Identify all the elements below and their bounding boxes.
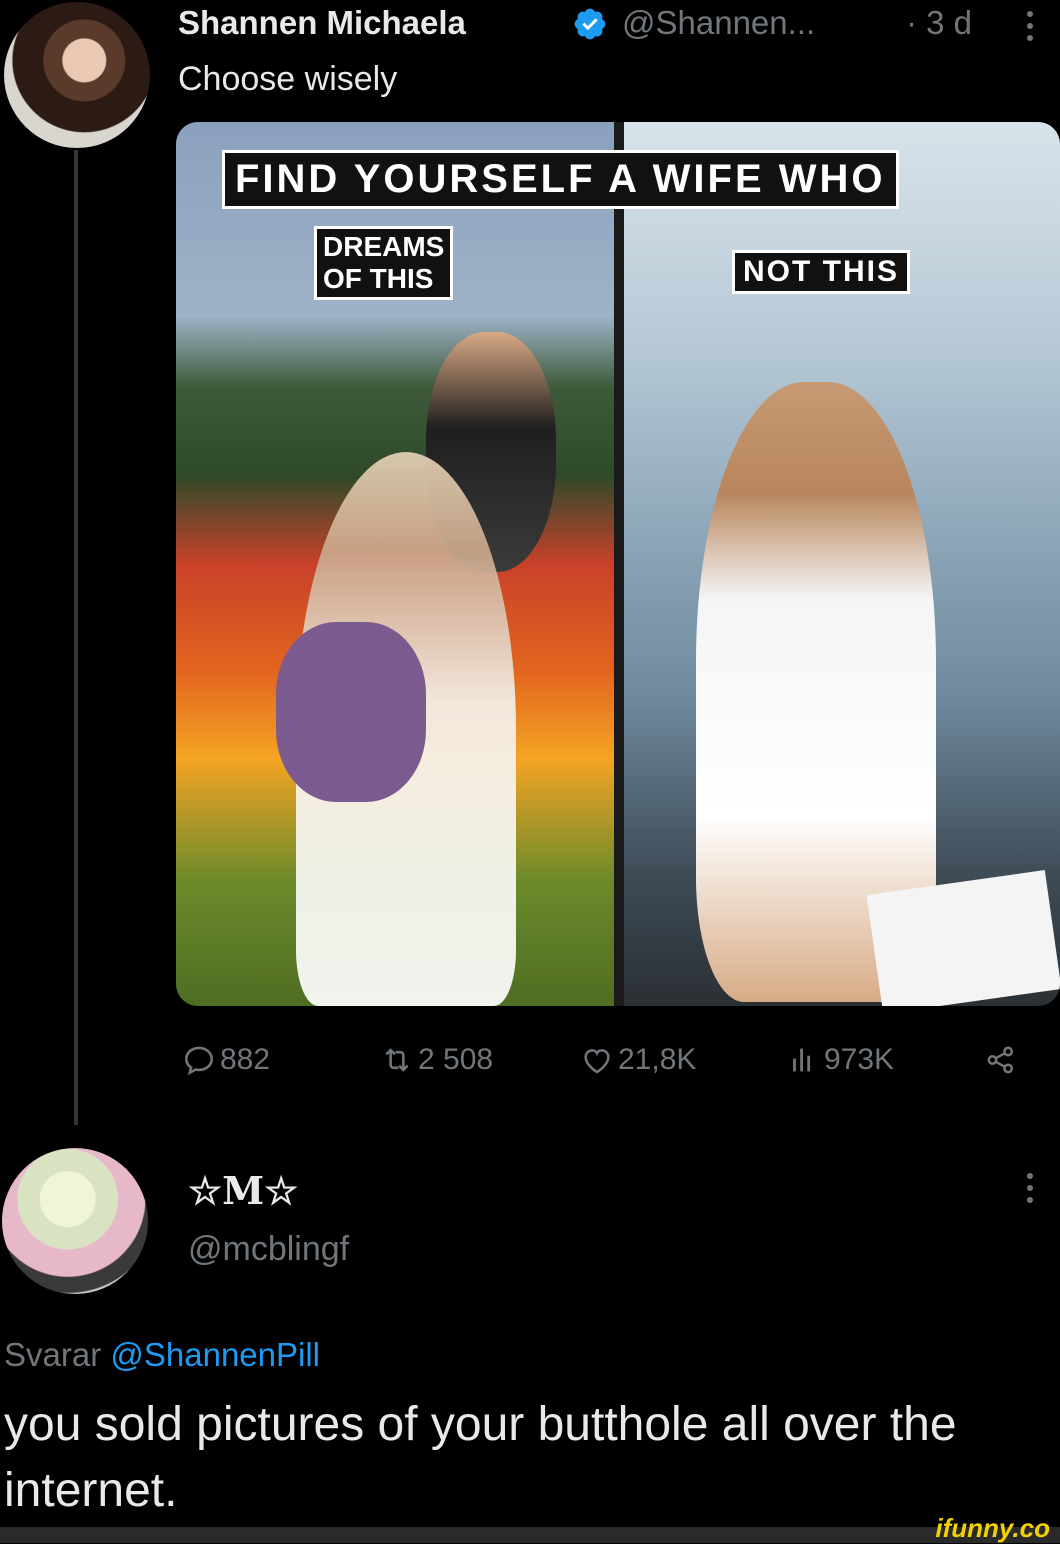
meme-top-label: FIND YOURSELF A WIFE WHO xyxy=(222,150,899,209)
views-count: 973K xyxy=(824,1043,895,1076)
replying-prefix: Svarar xyxy=(4,1336,102,1373)
reply-button[interactable]: 882 xyxy=(182,1040,270,1080)
tweet-media[interactable]: FIND YOURSELF A WIFE WHO DREAMS OF THIS … xyxy=(176,122,1060,1006)
like-count: 21,8K xyxy=(618,1043,697,1076)
author-name[interactable]: Shannen Michaela xyxy=(178,4,466,42)
like-icon xyxy=(584,1049,610,1074)
verified-icon xyxy=(574,8,606,40)
reply-author-handle[interactable]: @mcblingf xyxy=(188,1230,349,1269)
like-button[interactable]: 21,8K xyxy=(580,1040,696,1080)
reply-author-avatar[interactable] xyxy=(2,1148,148,1294)
baby-figure xyxy=(276,622,426,802)
replying-to-mention[interactable]: @ShannenPill xyxy=(110,1336,320,1373)
notebook-figure xyxy=(866,870,1060,1006)
thread-line xyxy=(74,150,78,1125)
reply-text: you sold pictures of your butthole all o… xyxy=(4,1398,957,1517)
meme-right-label: NOT THIS xyxy=(732,250,910,294)
author-avatar[interactable] xyxy=(4,2,150,148)
watermark-bar xyxy=(0,1527,1060,1543)
retweet-icon xyxy=(385,1048,409,1072)
retweet-count: 2 508 xyxy=(418,1043,494,1076)
share-icon xyxy=(987,1046,1014,1074)
ifunny-watermark: ifunny.co xyxy=(935,1513,1050,1543)
meme-left-label: DREAMS OF THIS xyxy=(314,226,454,300)
meme-divider xyxy=(614,122,624,1006)
replying-to: Svarar @ShannenPill xyxy=(4,1336,320,1374)
views-button[interactable]: 973K xyxy=(786,1040,894,1080)
views-icon xyxy=(793,1048,811,1072)
reply-author-name[interactable]: ☆M☆ xyxy=(188,1168,298,1213)
tweet-timestamp[interactable]: · 3 d xyxy=(906,4,972,42)
reply-count: 882 xyxy=(220,1043,271,1076)
share-button[interactable] xyxy=(984,1040,1022,1080)
reply-icon xyxy=(184,1046,214,1076)
more-icon[interactable] xyxy=(1024,1170,1036,1206)
author-handle[interactable]: @Shannen... xyxy=(622,4,815,42)
more-icon[interactable] xyxy=(1024,8,1036,44)
tweet-text: Choose wisely xyxy=(178,60,398,98)
retweet-button[interactable]: 2 508 xyxy=(380,1040,493,1080)
